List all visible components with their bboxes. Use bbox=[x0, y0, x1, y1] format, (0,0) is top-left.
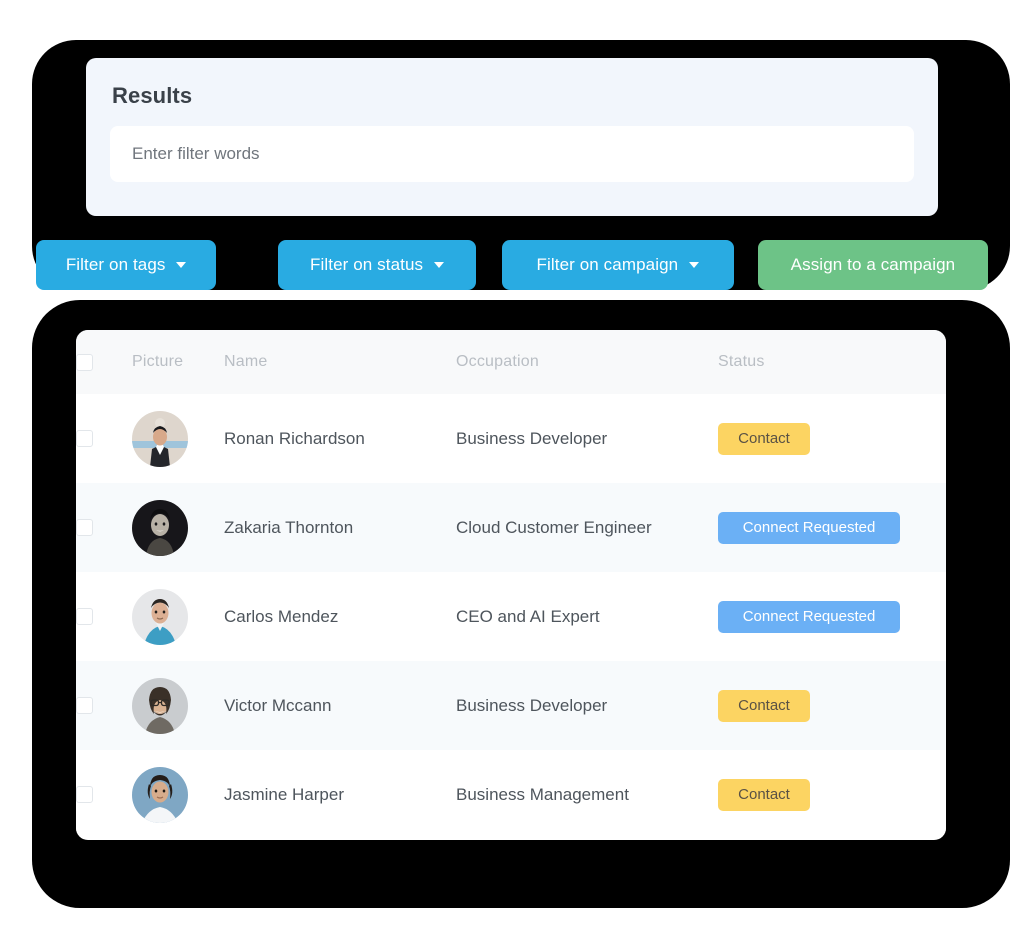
status-badge[interactable]: Contact bbox=[718, 422, 810, 455]
row-checkbox[interactable] bbox=[76, 430, 93, 447]
table-row[interactable]: Carlos Mendez CEO and AI Expert Connect … bbox=[76, 572, 946, 661]
row-occupation: CEO and AI Expert bbox=[456, 572, 718, 661]
filter-on-tags-button[interactable]: Filter on tags bbox=[36, 240, 217, 290]
table-row[interactable]: Jasmine Harper Business Management Conta… bbox=[76, 750, 946, 839]
status-badge[interactable]: Contact bbox=[718, 778, 810, 811]
row-status-cell: Contact bbox=[718, 750, 946, 839]
name-header: Name bbox=[224, 330, 456, 394]
filter-on-tags-label: Filter on tags bbox=[65, 255, 166, 274]
status-header: Status bbox=[718, 330, 946, 394]
select-all-header bbox=[76, 330, 132, 394]
row-select-cell bbox=[76, 483, 132, 572]
row-select-cell bbox=[76, 750, 132, 839]
filter-on-status-label: Filter on status bbox=[310, 255, 424, 274]
avatar bbox=[132, 677, 188, 734]
chevron-down-icon bbox=[176, 262, 187, 268]
row-status-cell: Connect Requested bbox=[718, 572, 946, 661]
filter-on-status-button[interactable]: Filter on status bbox=[278, 240, 476, 290]
status-badge[interactable]: Connect Requested bbox=[718, 600, 900, 633]
occupation-header: Occupation bbox=[456, 330, 718, 394]
row-name: Victor Mccann bbox=[224, 661, 456, 750]
filter-on-campaign-button[interactable]: Filter on campaign bbox=[501, 240, 734, 290]
select-all-checkbox[interactable] bbox=[76, 353, 93, 371]
avatar bbox=[132, 766, 188, 823]
table-row[interactable]: Zakaria Thornton Cloud Customer Engineer… bbox=[76, 483, 946, 572]
row-name: Zakaria Thornton bbox=[224, 483, 456, 572]
results-panel: Results bbox=[86, 58, 938, 216]
row-name: Jasmine Harper bbox=[224, 750, 456, 839]
status-badge[interactable]: Connect Requested bbox=[718, 511, 900, 544]
table-row[interactable]: Victor Mccann Business Developer Contact bbox=[76, 661, 946, 750]
row-select-cell bbox=[76, 661, 132, 750]
picture-header: Picture bbox=[132, 330, 224, 394]
row-checkbox[interactable] bbox=[76, 786, 93, 803]
assign-to-campaign-label: Assign to a campaign bbox=[790, 255, 956, 274]
filter-on-campaign-label: Filter on campaign bbox=[536, 255, 679, 274]
avatar bbox=[132, 410, 188, 467]
table-row[interactable]: Ronan Richardson Business Developer Cont… bbox=[76, 394, 946, 483]
row-status-cell: Contact bbox=[718, 394, 946, 483]
row-picture-cell bbox=[132, 394, 224, 483]
row-picture-cell bbox=[132, 750, 224, 839]
row-select-cell bbox=[76, 394, 132, 483]
row-checkbox[interactable] bbox=[76, 519, 93, 536]
row-select-cell bbox=[76, 572, 132, 661]
row-picture-cell bbox=[132, 483, 224, 572]
people-table: Picture Name Occupation Status Ronan Ric… bbox=[76, 330, 946, 839]
chevron-down-icon bbox=[434, 262, 445, 268]
row-checkbox[interactable] bbox=[76, 697, 93, 714]
page-title: Results bbox=[112, 83, 193, 108]
row-occupation: Business Developer bbox=[456, 394, 718, 483]
status-badge[interactable]: Contact bbox=[718, 689, 810, 722]
row-occupation: Business Developer bbox=[456, 661, 718, 750]
row-picture-cell bbox=[132, 661, 224, 750]
row-status-cell: Contact bbox=[718, 661, 946, 750]
people-table-body: Ronan Richardson Business Developer Cont… bbox=[76, 394, 946, 839]
row-picture-cell bbox=[132, 572, 224, 661]
avatar bbox=[132, 499, 188, 556]
row-name: Carlos Mendez bbox=[224, 572, 456, 661]
filter-toolbar: Filter on tags Filter on status Filter o… bbox=[36, 240, 988, 290]
row-occupation: Cloud Customer Engineer bbox=[456, 483, 718, 572]
results-table-card: Picture Name Occupation Status Ronan Ric… bbox=[76, 330, 946, 840]
row-status-cell: Connect Requested bbox=[718, 483, 946, 572]
row-name: Ronan Richardson bbox=[224, 394, 456, 483]
filter-words-input[interactable] bbox=[110, 126, 914, 183]
row-occupation: Business Management bbox=[456, 750, 718, 839]
table-header-row: Picture Name Occupation Status bbox=[76, 330, 946, 394]
avatar bbox=[132, 588, 188, 645]
assign-to-campaign-button[interactable]: Assign to a campaign bbox=[757, 240, 988, 290]
row-checkbox[interactable] bbox=[76, 608, 93, 625]
chevron-down-icon bbox=[689, 262, 700, 268]
